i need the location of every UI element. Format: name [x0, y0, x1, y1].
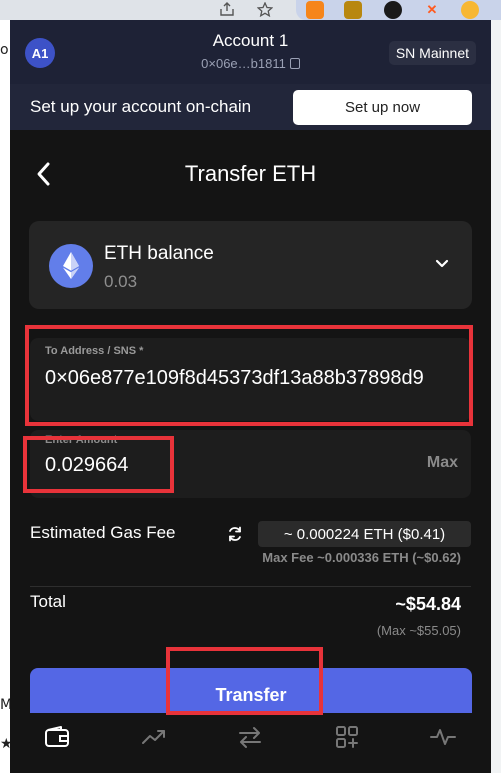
- recipient-address-label: To Address / SNS *: [45, 345, 144, 357]
- chevron-down-icon[interactable]: [434, 257, 450, 271]
- background-text: o: [0, 42, 9, 58]
- extension-icon[interactable]: [344, 1, 362, 19]
- setup-banner: Set up your account on-chain Set up now: [10, 84, 491, 130]
- eth-icon: [49, 244, 93, 288]
- gas-fee-value: ~ 0.000224 ETH ($0.41): [258, 521, 471, 547]
- extensions-area: ✕: [296, 0, 501, 20]
- page-title: Transfer ETH: [184, 161, 317, 186]
- amount-label: Enter Amount: [45, 434, 118, 446]
- token-balance: 0.03: [104, 272, 138, 291]
- token-selector[interactable]: ETH balance 0.03: [29, 221, 472, 309]
- bottom-nav: [10, 713, 491, 773]
- refresh-icon[interactable]: [226, 525, 244, 543]
- browser-toolbar: ✕: [0, 0, 501, 20]
- setup-now-button[interactable]: Set up now: [293, 90, 472, 125]
- total-max: (Max ~$55.05): [376, 623, 461, 638]
- extension-icon[interactable]: [384, 1, 402, 19]
- swap-icon[interactable]: [230, 719, 270, 755]
- metamask-icon[interactable]: [306, 1, 324, 19]
- account-header: A1 Account 1 0×06e…b1811 SN Mainnet: [10, 20, 491, 84]
- apps-icon[interactable]: [327, 719, 367, 755]
- chart-icon[interactable]: [134, 719, 174, 755]
- amount-input[interactable]: 0.029664: [45, 454, 128, 477]
- background-page: o M ★: [0, 20, 13, 773]
- copy-icon[interactable]: [289, 58, 300, 69]
- extension-icon[interactable]: ✕: [423, 1, 441, 19]
- total-value: ~$54.84: [395, 594, 461, 614]
- recipient-address-input[interactable]: 0×06e877e109f8d45373df13a88b37898d9: [45, 367, 424, 390]
- max-fee-text: Max Fee ~0.000336 ETH (~$0.62): [262, 550, 461, 565]
- network-badge[interactable]: SN Mainnet: [388, 41, 476, 65]
- divider: [30, 586, 471, 587]
- gas-fee-label: Estimated Gas Fee: [30, 523, 176, 542]
- token-name: ETH balance: [104, 243, 214, 264]
- amount-field[interactable]: Enter Amount 0.029664 Max: [30, 430, 471, 498]
- banner-text: Set up your account on-chain: [30, 97, 252, 116]
- total-label: Total: [30, 592, 66, 611]
- account-address: 0×06e…b1811: [201, 56, 286, 71]
- recipient-address-field[interactable]: To Address / SNS * 0×06e877e109f8d45373d…: [30, 338, 471, 421]
- share-icon[interactable]: [217, 0, 237, 18]
- max-button[interactable]: Max: [427, 454, 458, 472]
- star-icon[interactable]: [255, 0, 275, 18]
- extension-icon[interactable]: [461, 1, 479, 19]
- wallet-popup: A1 Account 1 0×06e…b1811 SN Mainnet Set …: [10, 20, 491, 773]
- activity-icon[interactable]: [423, 719, 463, 755]
- wallet-icon[interactable]: [37, 719, 77, 755]
